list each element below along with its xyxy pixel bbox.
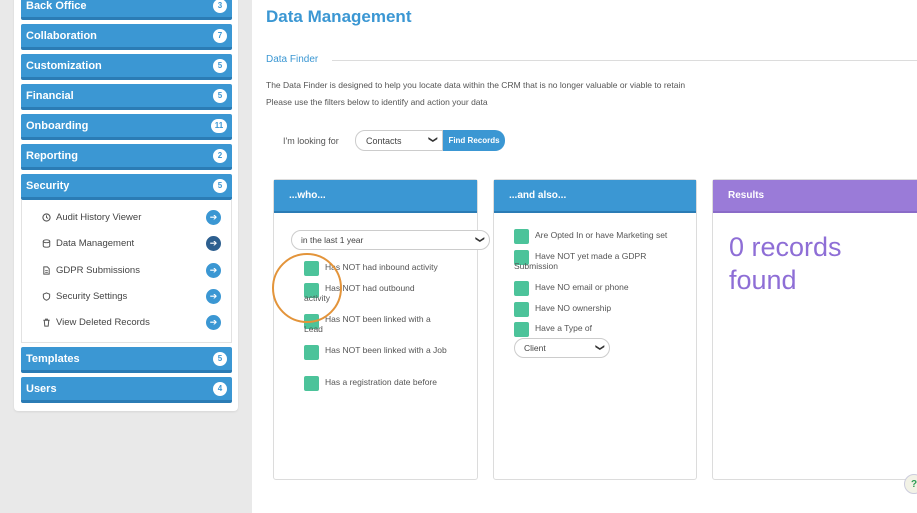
submenu-item-label: Audit History Viewer xyxy=(56,211,142,223)
submenu-item-gdpr-submissions[interactable]: GDPR Submissions ➔ xyxy=(22,259,231,281)
record-type-select[interactable]: Contacts ❯ xyxy=(355,130,443,151)
results-panel: Results xyxy=(712,179,917,480)
arrow-right-icon[interactable]: ➔ xyxy=(206,209,221,225)
count-badge: 5 xyxy=(213,58,227,73)
contact-type-value: Client xyxy=(524,343,546,353)
security-submenu: Audit History Viewer ➔ Data Management ➔… xyxy=(21,200,232,343)
count-badge: 3 xyxy=(213,0,227,13)
submenu-item-label: View Deleted Records xyxy=(56,316,150,328)
sidebar-item-label: Users xyxy=(26,382,57,395)
arrow-right-icon[interactable]: ➔ xyxy=(206,262,221,278)
trash-icon xyxy=(41,317,51,327)
find-records-button[interactable]: Find Records xyxy=(443,130,505,151)
history-icon xyxy=(41,212,51,222)
arrow-right-icon[interactable]: ➔ xyxy=(206,314,221,330)
results-count: 0 records found xyxy=(729,232,842,295)
option-no-gdpr: Have NOT yet made a GDPR Submission xyxy=(514,251,647,271)
sidebar-item-label: Reporting xyxy=(26,149,78,162)
submenu-item-view-deleted-records[interactable]: View Deleted Records ➔ xyxy=(22,311,231,333)
section-divider xyxy=(332,60,917,61)
click-highlight-ring xyxy=(272,253,342,323)
sidebar-item-label: Security xyxy=(26,179,70,192)
sidebar-item-financial[interactable]: Financial 5 xyxy=(21,84,232,110)
sidebar-item-label: Financial xyxy=(26,89,74,102)
chevron-down-icon: ❯ xyxy=(595,343,606,352)
arrow-right-icon[interactable]: ➔ xyxy=(206,288,221,304)
count-badge: 5 xyxy=(213,88,227,103)
sidebar-item-label: Onboarding xyxy=(26,119,89,132)
option-not-linked-job: Has NOT been linked with a Job xyxy=(325,345,447,355)
sidebar-item-customization[interactable]: Customization 5 xyxy=(21,54,232,80)
results-panel-header: Results xyxy=(713,180,917,213)
submenu-item-label: Security Settings xyxy=(56,290,128,302)
also-panel-header: ...and also... xyxy=(494,180,696,213)
section-title: Data Finder xyxy=(266,54,319,65)
record-type-value: Contacts xyxy=(366,135,402,146)
sidebar-item-label: Customization xyxy=(26,59,102,72)
submenu-item-data-management[interactable]: Data Management ➔ xyxy=(22,232,231,254)
sidebar-item-templates[interactable]: Templates 5 xyxy=(21,347,232,373)
database-icon xyxy=(41,238,51,248)
help-icon[interactable]: ? xyxy=(904,474,917,494)
sidebar-item-security[interactable]: Security 5 xyxy=(21,174,232,200)
description-line-2: Please use the filters below to identify… xyxy=(266,97,488,107)
submenu-item-label: Data Management xyxy=(56,237,135,249)
timeframe-value: in the last 1 year xyxy=(301,235,364,245)
option-type-of: Have a Type of xyxy=(535,323,593,333)
description-line-1: The Data Finder is designed to help you … xyxy=(266,80,686,90)
arrow-right-icon[interactable]: ➔ xyxy=(206,235,221,251)
count-badge: 4 xyxy=(213,381,227,396)
document-icon xyxy=(41,265,51,275)
submenu-item-audit-history[interactable]: Audit History Viewer ➔ xyxy=(22,206,231,228)
count-badge: 11 xyxy=(211,118,227,133)
option-no-ownership: Have NO ownership xyxy=(535,303,612,313)
sidebar-item-users[interactable]: Users 4 xyxy=(21,377,232,403)
shield-icon xyxy=(41,291,51,301)
count-badge: 5 xyxy=(213,351,227,366)
sidebar-item-onboarding[interactable]: Onboarding 11 xyxy=(21,114,232,140)
chevron-down-icon: ❯ xyxy=(428,135,439,144)
chevron-down-icon: ❯ xyxy=(475,235,486,244)
sidebar-item-label: Templates xyxy=(26,352,80,365)
count-badge: 7 xyxy=(213,28,227,43)
contact-type-select[interactable]: Client ❯ xyxy=(514,338,610,358)
sidebar: Back Office 3 Collaboration 7 Customizat… xyxy=(0,0,252,513)
count-badge: 5 xyxy=(213,178,227,193)
submenu-item-security-settings[interactable]: Security Settings ➔ xyxy=(22,285,231,307)
option-registration-before: Has a registration date before xyxy=(325,377,437,387)
sidebar-item-collaboration[interactable]: Collaboration 7 xyxy=(21,24,232,50)
option-no-email-phone: Have NO email or phone xyxy=(535,282,629,292)
option-opted-in: Are Opted In or have Marketing set xyxy=(535,230,668,240)
timeframe-select[interactable]: in the last 1 year ❯ xyxy=(291,230,490,250)
sidebar-item-label: Collaboration xyxy=(26,29,97,42)
sidebar-item-label: Back Office xyxy=(26,0,87,12)
who-panel-header: ...who... xyxy=(274,180,477,213)
count-badge: 2 xyxy=(213,148,227,163)
page-title: Data Management xyxy=(266,7,412,26)
submenu-item-label: GDPR Submissions xyxy=(56,264,140,276)
looking-for-label: I'm looking for xyxy=(283,136,339,146)
sidebar-item-reporting[interactable]: Reporting 2 xyxy=(21,144,232,170)
sidebar-item-back-office[interactable]: Back Office 3 xyxy=(21,0,232,20)
